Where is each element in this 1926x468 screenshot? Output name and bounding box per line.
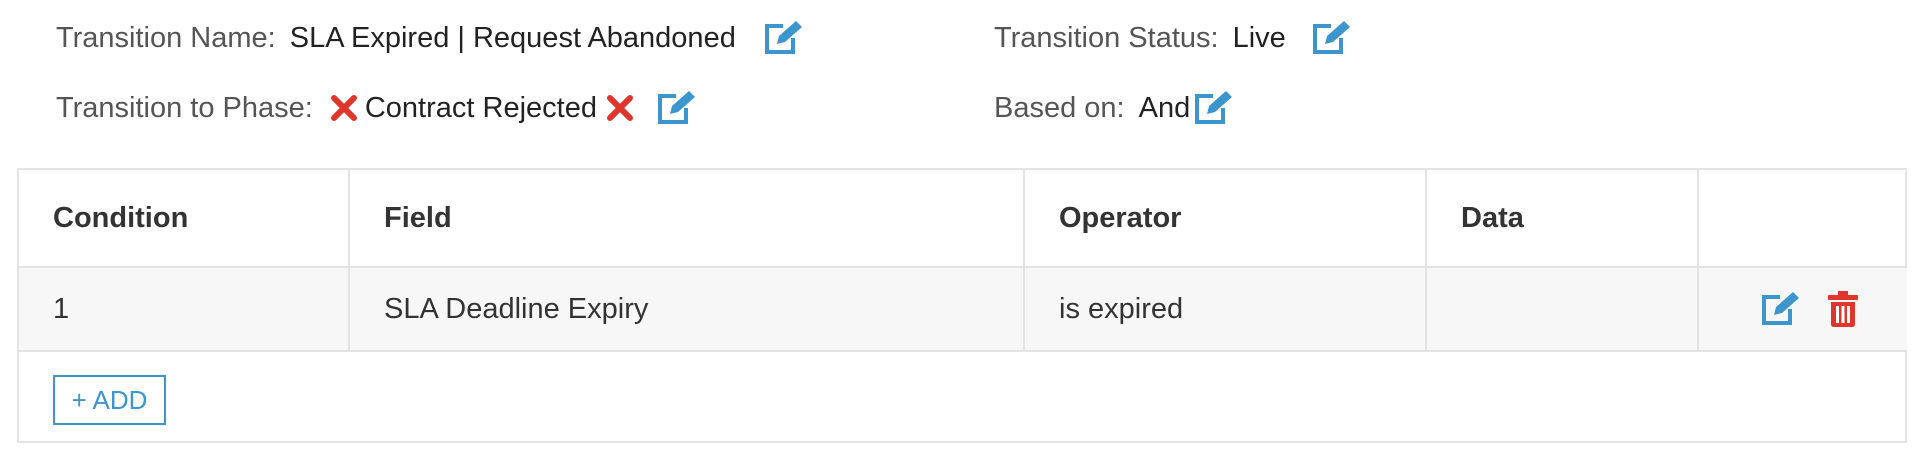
- edit-icon: [1762, 292, 1799, 325]
- edit-transition-phase-button[interactable]: [655, 86, 699, 130]
- column-header-condition: Condition: [19, 170, 350, 268]
- edit-based-on-button[interactable]: [1192, 86, 1236, 130]
- close-x-icon: [330, 95, 357, 121]
- edit-transition-status-button[interactable]: [1310, 16, 1354, 60]
- transition-name-label: Transition Name:: [56, 21, 276, 54]
- row-actions: [1699, 287, 1907, 331]
- close-x-icon: [606, 95, 633, 121]
- edit-transition-name-button[interactable]: [762, 16, 806, 60]
- remove-phase-left-button[interactable]: [327, 91, 361, 125]
- edit-condition-button[interactable]: [1759, 287, 1803, 331]
- transition-phase-label: Transition to Phase:: [56, 91, 313, 124]
- remove-phase-right-button[interactable]: [603, 91, 637, 125]
- column-header-field: Field: [349, 170, 1025, 268]
- add-condition-button[interactable]: + ADD: [53, 375, 166, 425]
- cell-operator: is expired: [1024, 267, 1427, 352]
- cell-actions: [1698, 267, 1907, 352]
- transition-phase-value: Contract Rejected: [364, 91, 597, 124]
- based-on-row: Based on: And: [994, 86, 1236, 130]
- column-header-data: Data: [1426, 170, 1699, 268]
- transition-name-value: SLA Expired | Request Abandoned: [289, 21, 736, 54]
- transition-status-label: Transition Status:: [994, 21, 1219, 54]
- transition-name-row: Transition Name: SLA Expired | Request A…: [56, 16, 806, 60]
- transition-status-row: Transition Status: Live: [994, 16, 1354, 60]
- edit-icon: [657, 91, 695, 124]
- delete-condition-button[interactable]: [1821, 287, 1865, 331]
- based-on-value: And: [1138, 91, 1191, 124]
- trash-icon: [1828, 291, 1858, 327]
- conditions-table: Condition Field Operator Data 1 SLA Dead…: [19, 170, 1907, 352]
- edit-icon: [764, 21, 802, 54]
- transition-status-value: Live: [1232, 21, 1286, 54]
- column-header-actions: [1698, 170, 1907, 268]
- edit-icon: [1195, 91, 1233, 124]
- transition-phase-row: Transition to Phase: Contract Rejected: [56, 86, 699, 130]
- based-on-label: Based on:: [994, 91, 1125, 124]
- table-row: 1 SLA Deadline Expiry is expired: [19, 267, 1907, 352]
- edit-icon: [1312, 21, 1350, 54]
- cell-data: [1426, 267, 1699, 352]
- conditions-table-container: Condition Field Operator Data 1 SLA Dead…: [17, 168, 1907, 443]
- cell-condition: 1: [19, 267, 350, 352]
- cell-field: SLA Deadline Expiry: [349, 267, 1025, 352]
- table-header-row: Condition Field Operator Data: [19, 170, 1907, 268]
- column-header-operator: Operator: [1024, 170, 1427, 268]
